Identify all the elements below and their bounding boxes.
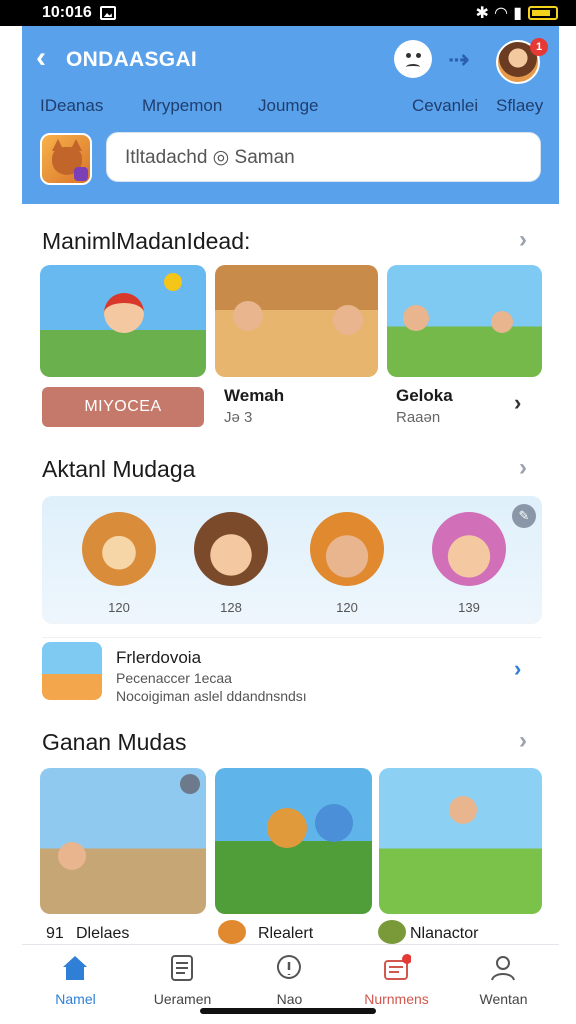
tab-alerts[interactable]: Nao xyxy=(236,945,343,1016)
status-time: 10:016 xyxy=(42,4,92,21)
tab-label: Namel xyxy=(55,991,96,1007)
tile-sub-wemah: Jə 3 xyxy=(224,409,253,426)
notification-badge: 1 xyxy=(530,38,548,56)
game-thumbnail-6[interactable] xyxy=(379,768,542,914)
tile-sub-geloka: Raaən xyxy=(396,409,441,426)
search-input[interactable]: Itltadachd ◎ Saman xyxy=(106,132,541,182)
avatar-woman[interactable] xyxy=(432,512,506,586)
image-notification-icon xyxy=(99,6,116,20)
avatar-label: 120 xyxy=(108,600,130,615)
back-icon[interactable]: ‹ xyxy=(36,43,46,73)
avatar-girl[interactable] xyxy=(194,512,268,586)
tab-profile[interactable]: Wentan xyxy=(450,945,557,1016)
game-thumbnail-1[interactable] xyxy=(40,265,206,377)
status-bar: 10:016 ✱ ◠ ▮ xyxy=(0,0,576,26)
tab-inbox[interactable]: Nurnmens xyxy=(343,945,450,1016)
game-name-2: Rlealert xyxy=(258,925,314,942)
game-name-1: Dlelaes xyxy=(76,925,130,942)
nav-item-ideanas[interactable]: IDeanas xyxy=(40,96,103,116)
tab-label: Nurnmens xyxy=(364,991,429,1007)
person-icon xyxy=(491,956,515,981)
chevron-right-icon[interactable]: › xyxy=(519,226,527,254)
game-thumbnail-3[interactable] xyxy=(387,265,542,377)
signal-icon: ▮ xyxy=(513,5,522,22)
battery-icon xyxy=(528,6,558,20)
tab-label: Wentan xyxy=(479,991,528,1007)
category-nav: IDeanas Mrypemon Joumge Cevanlei Sflaey xyxy=(22,96,559,120)
game-thumbnail-2[interactable] xyxy=(215,265,378,377)
top-bar: ‹ ONDAASGAI ⇢ 1 xyxy=(22,38,559,84)
home-indicator[interactable] xyxy=(200,1008,376,1014)
inbox-icon xyxy=(384,954,411,980)
app-logo-icon[interactable] xyxy=(40,133,92,185)
header: ‹ ONDAASGAI ⇢ 1 IDeanas Mrypemon Joumge … xyxy=(22,26,559,204)
section-title-games: Ganan Mudas xyxy=(42,729,187,755)
avatar-label: 120 xyxy=(336,600,358,615)
tile-name-geloka: Geloka xyxy=(396,386,453,405)
game-rank: 91 xyxy=(46,925,64,942)
tab-label: Ueramen xyxy=(153,991,212,1007)
section-title-avatars: Aktanl Mudaga xyxy=(42,456,196,482)
page-title: ONDAASGAI xyxy=(66,48,198,71)
wifi-icon: ◠ xyxy=(494,5,508,22)
friend-description: Nocoigiman aslel ddandnsndsı xyxy=(116,688,307,704)
nav-item-mrypemon[interactable]: Mrypemon xyxy=(142,96,222,116)
nav-item-sflaey[interactable]: Sflaey xyxy=(496,96,543,116)
alert-icon xyxy=(276,955,301,979)
avatar-fox[interactable] xyxy=(82,512,156,586)
edit-icon[interactable]: ✎ xyxy=(512,504,536,528)
tile-name-wemah: Wemah xyxy=(224,386,285,405)
avatar-label: 128 xyxy=(220,600,242,615)
share-icon[interactable]: ⇢ xyxy=(448,44,470,75)
chevron-right-icon[interactable]: › xyxy=(514,656,521,682)
tab-list[interactable]: Ueramen xyxy=(129,945,236,1016)
nav-item-joumge[interactable]: Joumge xyxy=(258,96,318,116)
primary-action-button[interactable]: MIYOCEA xyxy=(42,387,204,427)
section-title-main: ManimlMadanIdead: xyxy=(42,228,251,254)
chevron-right-icon[interactable]: › xyxy=(519,454,527,482)
nav-item-cevanlei[interactable]: Cevanlei xyxy=(412,96,478,116)
friend-thumbnail xyxy=(42,642,102,700)
chevron-right-icon[interactable]: › xyxy=(519,727,527,755)
game-thumbnail-4[interactable] xyxy=(40,768,206,914)
bluetooth-icon: ✱ xyxy=(475,5,489,22)
friend-title: Frlerdovoia xyxy=(116,648,202,667)
avatar-panel: ✎ 120 128 120 139 xyxy=(42,496,542,624)
game-badge-icon xyxy=(218,920,246,944)
list-icon xyxy=(171,955,193,981)
game-badge-icon xyxy=(378,920,406,944)
game-name-3: Nlanactor xyxy=(410,925,479,942)
home-icon xyxy=(63,956,87,980)
app-screen: ‹ ONDAASGAI ⇢ 1 IDeanas Mrypemon Joumge … xyxy=(22,26,559,1016)
friend-list-item[interactable]: Frlerdovoia Pecenaccer 1ecaa Nocoigiman … xyxy=(42,637,542,707)
tab-label: Nao xyxy=(276,991,303,1007)
friend-subtitle: Pecenaccer 1ecaa xyxy=(116,670,232,686)
sad-face-icon[interactable] xyxy=(394,40,432,78)
tab-home[interactable]: Namel xyxy=(22,945,129,1016)
avatar-boy[interactable] xyxy=(310,512,384,586)
game-thumbnail-5[interactable] xyxy=(215,768,372,914)
bottom-tab-bar: Namel Ueramen Nao Nurnmens Wentan xyxy=(22,944,559,1016)
avatar-label: 139 xyxy=(458,600,480,615)
chevron-right-icon[interactable]: › xyxy=(514,390,521,416)
